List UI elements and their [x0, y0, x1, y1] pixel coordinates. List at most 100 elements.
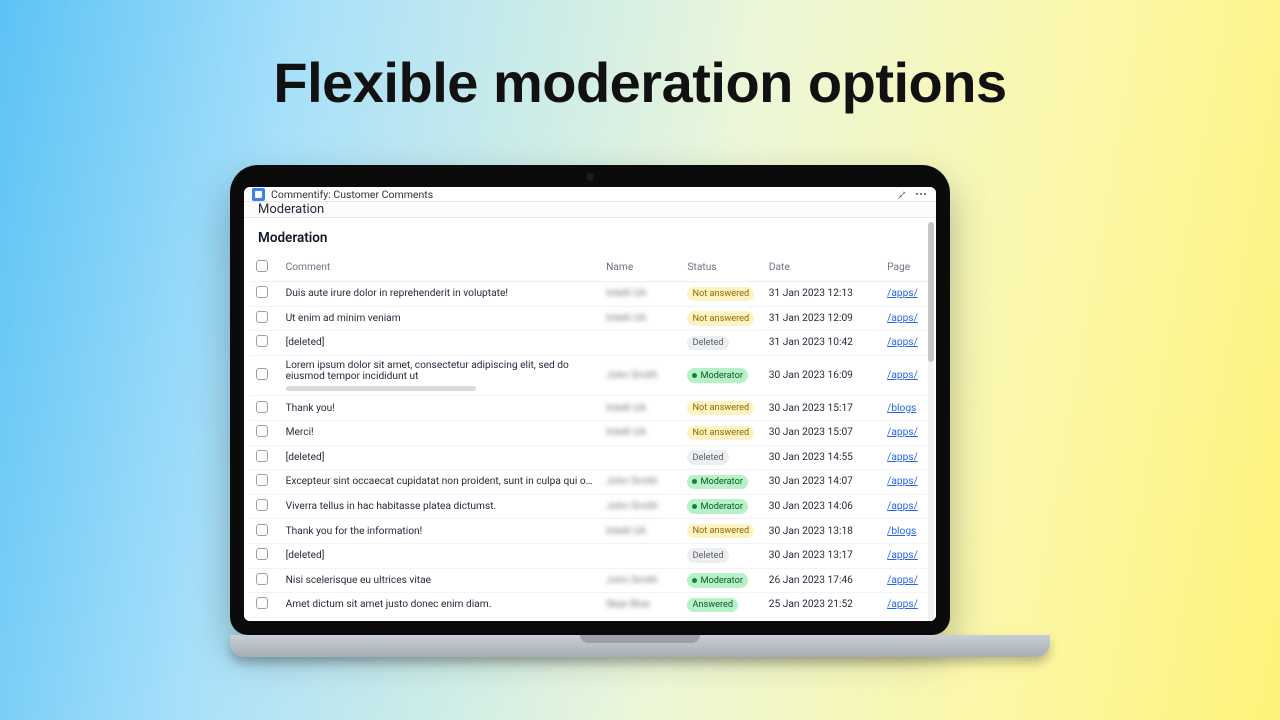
row-checkbox[interactable]	[256, 335, 268, 347]
date-cell: 30 Jan 2023 13:17	[763, 543, 881, 568]
date-cell: 25 Jan 2023 21:52	[763, 593, 881, 618]
name-cell: Intelli UA	[600, 420, 681, 445]
name-cell: John Smith	[600, 568, 681, 593]
date-cell: 31 Jan 2023 12:13	[763, 282, 881, 307]
name-cell: John Smith	[600, 470, 681, 495]
status-cell: Deleted	[681, 543, 762, 568]
dot-icon	[692, 504, 697, 509]
page-link[interactable]: /blogs	[887, 526, 916, 537]
table-row: Viverra tellus in hac habitasse platea d…	[250, 494, 928, 519]
date-cell: 30 Jan 2023 15:17	[763, 396, 881, 421]
status-cell: Deleted	[681, 445, 762, 470]
table-row: [deleted] Deleted 30 Jan 2023 13:17 /app…	[250, 543, 928, 568]
date-cell: 30 Jan 2023 15:07	[763, 420, 881, 445]
date-cell: 30 Jan 2023 14:06	[763, 494, 881, 519]
date-cell: 26 Jan 2023 17:46	[763, 568, 881, 593]
more-menu-button[interactable]	[914, 187, 928, 201]
laptop-frame: Commentify: Customer Comments Moderation	[230, 165, 1050, 657]
status-cell: Not answered	[681, 282, 762, 307]
table-row: Amet dictum sit amet justo donec enim di…	[250, 593, 928, 618]
page-link[interactable]: /apps/	[887, 427, 918, 438]
select-all-checkbox[interactable]	[256, 260, 268, 272]
page-cell: /apps/	[881, 282, 928, 307]
row-checkbox[interactable]	[256, 311, 268, 323]
app-screen: Commentify: Customer Comments Moderation	[244, 187, 936, 621]
status-cell: Not answered	[681, 306, 762, 331]
page-link[interactable]: /apps/	[887, 313, 918, 324]
name-cell: Intelli UA	[600, 306, 681, 331]
name-cell: John Smith	[600, 494, 681, 519]
status-cell: Moderator	[681, 355, 762, 396]
dot-icon	[692, 578, 697, 583]
pin-icon	[896, 189, 907, 200]
page-link[interactable]: /apps/	[887, 501, 918, 512]
page-link[interactable]: /apps/	[887, 452, 918, 463]
date-cell: 31 Jan 2023 10:42	[763, 331, 881, 356]
status-cell: Not answered	[681, 519, 762, 544]
page-link[interactable]: /apps/	[887, 476, 918, 487]
row-checkbox[interactable]	[256, 573, 268, 585]
page-cell: /apps/	[881, 617, 928, 621]
status-badge: Deleted	[687, 548, 728, 563]
col-comment: Comment	[280, 256, 601, 282]
status-badge: Answered	[687, 598, 738, 613]
comment-cell: Merci!	[280, 420, 601, 445]
comment-cell: Thank you!	[280, 396, 601, 421]
name-cell: John Smith	[600, 355, 681, 396]
page-cell: /apps/	[881, 420, 928, 445]
table-row: Duis aute irure dolor in reprehenderit i…	[250, 282, 928, 307]
comment-cell: Amet dictum sit amet justo donec enim di…	[280, 593, 601, 618]
page-link[interactable]: /apps/	[887, 599, 918, 610]
row-checkbox[interactable]	[256, 425, 268, 437]
row-checkbox[interactable]	[256, 286, 268, 298]
table-row: [deleted] Deleted 30 Jan 2023 14:55 /app…	[250, 445, 928, 470]
name-cell: Intelli UA	[600, 519, 681, 544]
scrollbar-thumb[interactable]	[928, 222, 934, 362]
date-cell: 30 Jan 2023 16:09	[763, 355, 881, 396]
row-checkbox[interactable]	[256, 548, 268, 560]
section-title: Moderation	[244, 218, 936, 256]
row-checkbox[interactable]	[256, 368, 268, 380]
page-cell: /apps/	[881, 445, 928, 470]
row-checkbox[interactable]	[256, 474, 268, 486]
date-cell: 25 Jan 2023 16:02	[763, 617, 881, 621]
comment-cell: Viverra tellus in hac habitasse platea d…	[280, 494, 601, 519]
comment-cell: Duis aute irure dolor in reprehenderit i…	[280, 282, 601, 307]
page-cell: /blogs	[881, 519, 928, 544]
row-checkbox[interactable]	[256, 499, 268, 511]
page-link[interactable]: /apps/	[887, 370, 918, 381]
page-cell: /apps/	[881, 331, 928, 356]
page-link[interactable]: /apps/	[887, 575, 918, 586]
table-row: Excepteur sint occaecat cupidatat non pr…	[250, 470, 928, 495]
table-row: 😊 Maxim Kaj Moderator 25 Jan 2023 16:02 …	[250, 617, 928, 621]
page-link[interactable]: /blogs	[887, 403, 916, 414]
pin-button[interactable]	[894, 187, 908, 201]
page-link[interactable]: /apps/	[887, 337, 918, 348]
row-checkbox[interactable]	[256, 524, 268, 536]
name-cell: Skye Blue	[600, 593, 681, 618]
table-row: Nisi scelerisque eu ultrices vitae John …	[250, 568, 928, 593]
comment-cell: Thank you for the information!	[280, 519, 601, 544]
breadcrumb-item: Moderation	[258, 202, 324, 217]
horizontal-scroll-thumb[interactable]	[286, 386, 476, 391]
comment-cell: Ut enim ad minim veniam	[280, 306, 601, 331]
laptop-base	[230, 635, 1050, 657]
camera-dot	[586, 173, 594, 181]
table-row: Thank you! Intelli UA Not answered 30 Ja…	[250, 396, 928, 421]
page-link[interactable]: /apps/	[887, 550, 918, 561]
row-checkbox[interactable]	[256, 597, 268, 609]
status-badge: Not answered	[687, 524, 754, 539]
name-cell: Maxim Kaj	[600, 617, 681, 621]
comment-cell: [deleted]	[280, 543, 601, 568]
moderation-table: Comment Name Status Date Page Duis aute …	[250, 256, 928, 621]
status-badge: Moderator	[687, 475, 748, 490]
comment-cell: [deleted]	[280, 331, 601, 356]
date-cell: 30 Jan 2023 14:07	[763, 470, 881, 495]
row-checkbox[interactable]	[256, 450, 268, 462]
page-link[interactable]: /apps/	[887, 288, 918, 299]
date-cell: 31 Jan 2023 12:09	[763, 306, 881, 331]
row-checkbox[interactable]	[256, 401, 268, 413]
status-cell: Moderator	[681, 470, 762, 495]
status-cell: Moderator	[681, 617, 762, 621]
dot-icon	[692, 373, 697, 378]
